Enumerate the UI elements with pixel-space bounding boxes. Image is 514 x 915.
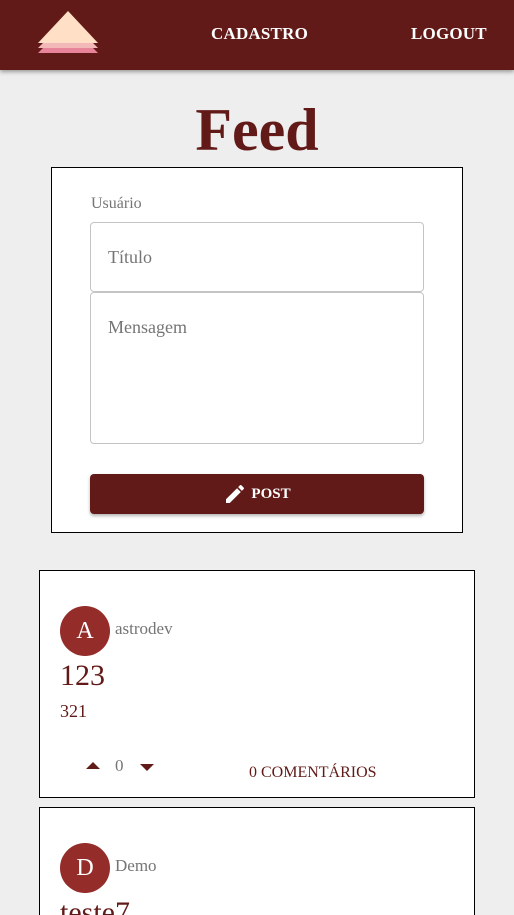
- avatar: D: [60, 843, 110, 893]
- page-title: Feed: [195, 97, 319, 163]
- top-app-bar: CADASTRO LOGOUT: [0, 0, 514, 70]
- nav-logout-link[interactable]: LOGOUT: [411, 24, 487, 44]
- upvote-arrow-icon[interactable]: [86, 761, 100, 771]
- title-placeholder: Título: [108, 247, 152, 267]
- pencil-icon: [226, 484, 245, 503]
- title-input[interactable]: Título: [90, 222, 424, 292]
- post-title: teste7: [60, 896, 130, 915]
- post-card: D Demo teste7: [39, 807, 475, 915]
- post-button-label: POST: [251, 485, 291, 502]
- post-button[interactable]: POST: [90, 474, 424, 514]
- nav-cadastro-link[interactable]: CADASTRO: [211, 24, 308, 44]
- logo-icon[interactable]: [36, 10, 100, 56]
- post-card: A astrodev 123 321 0 0 COMENTÁRIOS: [39, 570, 475, 798]
- post-author: Demo: [115, 856, 157, 875]
- message-textarea[interactable]: Mensagem: [90, 292, 424, 444]
- post-title: 123: [60, 659, 105, 692]
- vote-count: 0: [115, 756, 124, 775]
- comments-button[interactable]: 0 COMENTÁRIOS: [249, 764, 377, 782]
- post-author: astrodev: [115, 619, 173, 638]
- avatar: A: [60, 606, 110, 656]
- downvote-arrow-icon[interactable]: [140, 763, 154, 773]
- post-body: 321: [60, 701, 87, 721]
- new-post-form: Usuário Título Mensagem POST: [51, 167, 463, 533]
- message-placeholder: Mensagem: [108, 317, 187, 337]
- user-label: Usuário: [91, 195, 142, 212]
